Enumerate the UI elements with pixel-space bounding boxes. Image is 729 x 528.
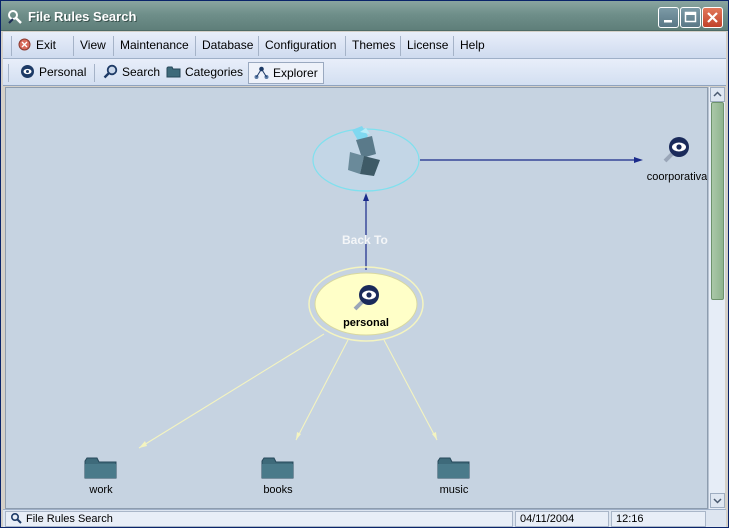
menu-help[interactable]: Help bbox=[453, 36, 491, 56]
back-to-label[interactable]: Back To bbox=[342, 233, 388, 247]
graph-edges bbox=[84, 126, 689, 479]
window-title: File Rules Search bbox=[28, 9, 137, 24]
tab-categories-label: Categories bbox=[185, 65, 244, 79]
tab-categories[interactable]: Categories bbox=[161, 62, 248, 84]
edge-work bbox=[138, 333, 325, 449]
app-window: File Rules Search Exit View Maintenance … bbox=[0, 0, 729, 528]
close-icon bbox=[707, 12, 718, 23]
menu-exit[interactable]: Exit bbox=[11, 36, 62, 56]
toolbar: Personal Search Categories Explorer bbox=[3, 59, 726, 86]
menu-exit-label: Exit bbox=[36, 38, 57, 52]
minimize-button[interactable] bbox=[658, 7, 679, 28]
status-time: 12:16 bbox=[611, 511, 706, 527]
folder-icon bbox=[437, 457, 470, 479]
app-logo-icon bbox=[7, 9, 23, 25]
maximize-icon bbox=[684, 11, 697, 23]
tab-search[interactable]: Search bbox=[98, 62, 165, 84]
maximize-button[interactable] bbox=[680, 7, 701, 28]
edge-music bbox=[383, 339, 438, 441]
scroll-up-button[interactable] bbox=[710, 87, 725, 102]
tab-explorer[interactable]: Explorer bbox=[248, 62, 324, 84]
coorporativa-magnifier-eye-icon bbox=[663, 137, 689, 163]
status-date: 04/11/2004 bbox=[515, 511, 609, 527]
menu-configuration[interactable]: Configuration bbox=[258, 36, 342, 56]
chevron-down-icon bbox=[713, 498, 722, 504]
menu-themes[interactable]: Themes bbox=[345, 36, 401, 56]
explorer-canvas[interactable]: Back To personal coorporativa work books… bbox=[5, 87, 708, 509]
tab-explorer-label: Explorer bbox=[273, 66, 318, 80]
title-bar[interactable]: File Rules Search bbox=[1, 1, 728, 31]
edge-music-arrow bbox=[432, 432, 437, 440]
explorer-network-icon bbox=[254, 65, 269, 80]
tab-personal-label: Personal bbox=[39, 65, 87, 79]
edge-books bbox=[295, 339, 349, 441]
search-icon bbox=[103, 64, 118, 79]
edge-back-to-arrow bbox=[363, 193, 369, 201]
toolbar-separator bbox=[8, 64, 9, 82]
scroll-down-button[interactable] bbox=[710, 493, 725, 508]
edge-work-arrow bbox=[139, 441, 147, 448]
tab-search-label: Search bbox=[122, 65, 161, 79]
menu-bar: Exit View Maintenance Database Configura… bbox=[3, 32, 726, 59]
menu-database[interactable]: Database bbox=[195, 36, 259, 56]
status-app: File Rules Search bbox=[5, 511, 513, 527]
folder-icon bbox=[84, 457, 117, 479]
eye-icon bbox=[20, 64, 35, 79]
tab-personal[interactable]: Personal bbox=[15, 62, 91, 84]
vertical-scrollbar[interactable] bbox=[708, 87, 725, 509]
edge-coorporativa-arrow bbox=[634, 157, 643, 163]
status-app-label: File Rules Search bbox=[26, 513, 113, 525]
folder-label-books[interactable]: books bbox=[253, 484, 303, 496]
status-bar: File Rules Search 04/11/2004 12:16 bbox=[3, 509, 726, 527]
scroll-thumb[interactable] bbox=[711, 102, 724, 300]
coorporativa-node-label[interactable]: coorporativa bbox=[642, 171, 707, 183]
folder-label-music[interactable]: music bbox=[429, 484, 479, 496]
chevron-up-icon bbox=[713, 91, 722, 97]
folder-icon bbox=[166, 64, 181, 79]
folder-label-work[interactable]: work bbox=[76, 484, 126, 496]
menu-view[interactable]: View bbox=[73, 36, 112, 56]
exit-icon bbox=[18, 38, 31, 51]
edge-books-arrow bbox=[296, 432, 301, 440]
app-logo-icon bbox=[10, 512, 22, 524]
minimize-icon bbox=[664, 20, 672, 23]
close-button[interactable] bbox=[702, 7, 723, 28]
menu-license[interactable]: License bbox=[400, 36, 454, 56]
toolbar-separator bbox=[94, 64, 95, 82]
center-node-label[interactable]: personal bbox=[342, 317, 390, 329]
folder-icon bbox=[261, 457, 294, 479]
menu-maintenance[interactable]: Maintenance bbox=[113, 36, 195, 56]
